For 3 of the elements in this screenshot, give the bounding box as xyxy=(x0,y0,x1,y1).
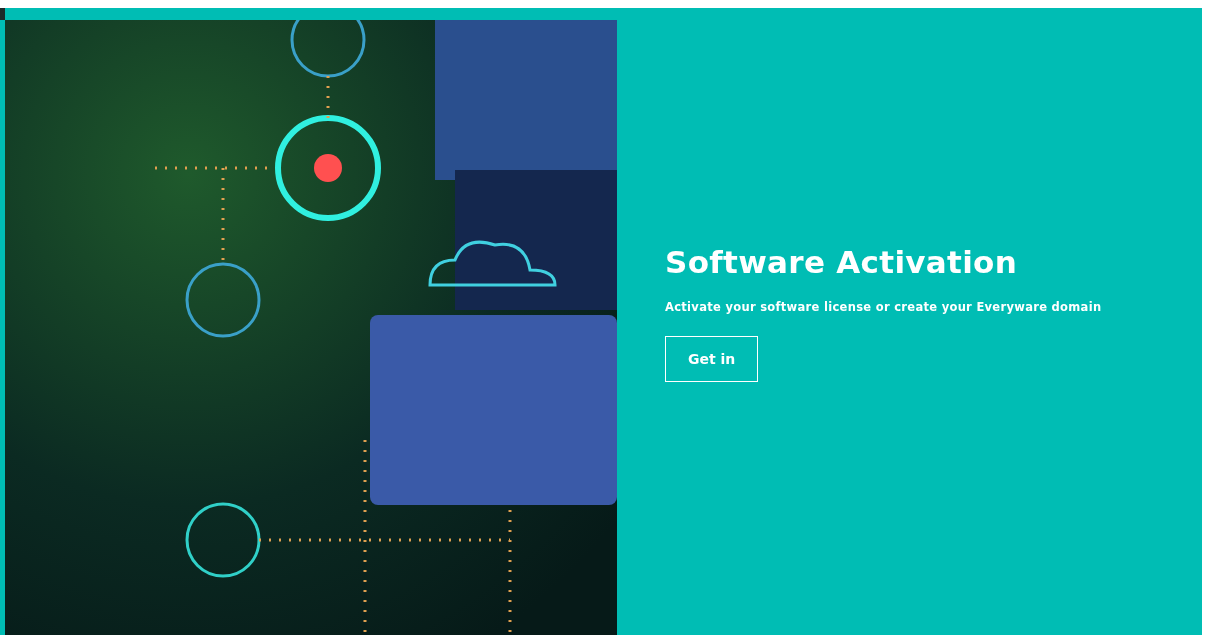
page-subtitle: Activate your software license or create your Everyware domain xyxy=(665,299,1103,314)
page-title: Software Activation xyxy=(665,243,1019,280)
get-in-button[interactable]: Get in xyxy=(665,335,759,382)
